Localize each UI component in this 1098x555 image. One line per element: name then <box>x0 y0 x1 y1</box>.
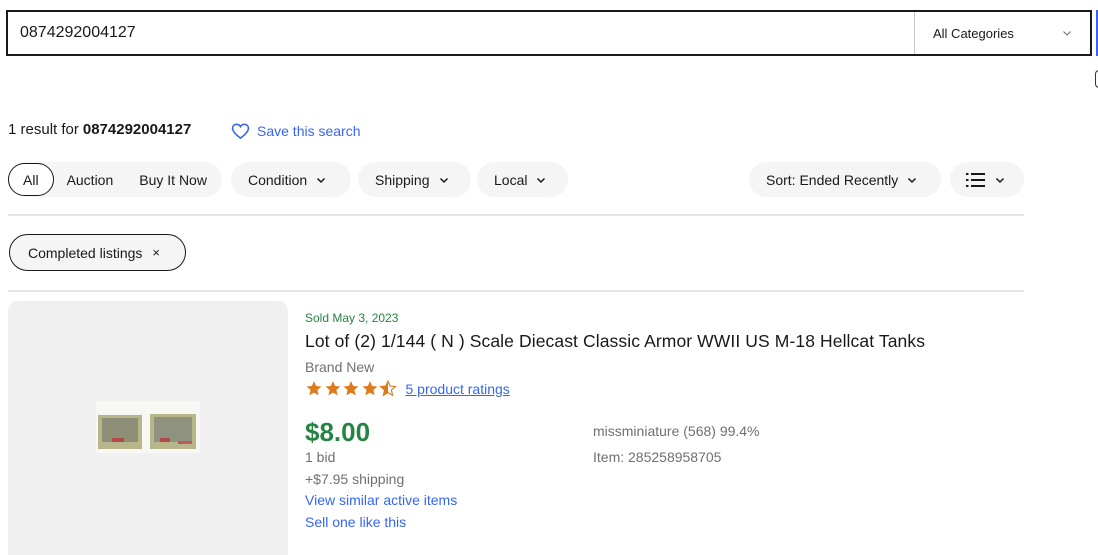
result-count-text: 1 result for <box>8 121 79 138</box>
view-dropdown[interactable] <box>950 162 1024 197</box>
listing-title[interactable]: Lot of (2) 1/144 ( N ) Scale Diecast Cla… <box>305 331 925 352</box>
product-ratings-link[interactable]: 5 product ratings <box>406 381 510 397</box>
product-rating: 5 product ratings <box>305 380 510 397</box>
result-count: 1 result for 0874292004127 <box>8 121 191 138</box>
close-icon[interactable]: × <box>152 245 160 260</box>
save-search-label: Save this search <box>257 123 361 139</box>
local-filter[interactable]: Local <box>477 162 568 197</box>
star-half-icon <box>379 380 397 397</box>
chevron-down-icon <box>995 177 1005 183</box>
shipping-filter-button[interactable]: Shipping <box>358 162 462 197</box>
listing-condition: Brand New <box>305 359 375 375</box>
shipping-filter-label: Shipping <box>375 171 430 188</box>
sort-label: Sort: Ended Recently <box>766 171 899 188</box>
list-view-icon <box>966 172 985 187</box>
chevron-down-icon <box>537 177 546 183</box>
star-full-icon <box>325 381 340 396</box>
view-similar-link[interactable]: View similar active items <box>305 492 457 508</box>
product-photo <box>96 401 200 453</box>
shipping-filter[interactable]: Shipping <box>358 162 471 197</box>
chevron-down-icon <box>439 177 448 183</box>
local-filter-label: Local <box>494 171 528 188</box>
chevron-down-icon <box>1063 31 1071 36</box>
star-full-icon <box>306 381 322 396</box>
bid-count: 1 bid <box>305 449 336 465</box>
completed-listings-chip[interactable]: Completed listings × <box>9 234 186 271</box>
seller-info: missminiature (568) 99.4% <box>593 423 760 439</box>
category-select[interactable]: All Categories <box>914 12 1090 54</box>
chevron-down-icon <box>317 177 326 183</box>
format-auction[interactable]: Auction <box>54 162 127 197</box>
star-full-icon <box>362 381 377 396</box>
heart-icon <box>231 123 250 140</box>
star-full-icon <box>343 381 359 396</box>
filter-divider <box>8 214 1024 216</box>
sell-one-like-this-link[interactable]: Sell one like this <box>305 514 406 530</box>
item-number: Item: 285258958705 <box>593 449 722 465</box>
sort-dropdown-button[interactable]: Sort: Ended Recently <box>749 162 930 197</box>
chip-divider <box>8 290 1024 292</box>
local-filter-button[interactable]: Local <box>477 162 559 197</box>
format-all[interactable]: All <box>8 163 54 196</box>
search-input[interactable] <box>8 12 914 54</box>
condition-filter-label: Condition <box>248 171 308 188</box>
save-search-button[interactable]: Save this search <box>231 122 361 140</box>
listing-price: $8.00 <box>305 417 371 447</box>
result-query: 0874292004127 <box>82 121 192 138</box>
chip-label: Completed listings <box>28 244 143 261</box>
buying-format-group: All Auction Buy It Now <box>8 162 222 197</box>
listing-image[interactable] <box>8 301 288 555</box>
chevron-down-icon <box>908 177 917 183</box>
sort-dropdown[interactable]: Sort: Ended Recently <box>749 162 941 197</box>
search-bar: All Categories <box>6 10 1092 56</box>
shipping-cost: +$7.95 shipping <box>305 471 405 487</box>
category-select-label: All Categories <box>933 25 1014 41</box>
condition-filter-button[interactable]: Condition <box>231 162 339 197</box>
condition-filter[interactable]: Condition <box>231 162 351 197</box>
sold-date: Sold May 3, 2023 <box>305 311 399 325</box>
format-buy-it-now[interactable]: Buy It Now <box>126 162 220 197</box>
star-rating <box>305 380 398 397</box>
view-dropdown-button[interactable] <box>950 162 1018 197</box>
